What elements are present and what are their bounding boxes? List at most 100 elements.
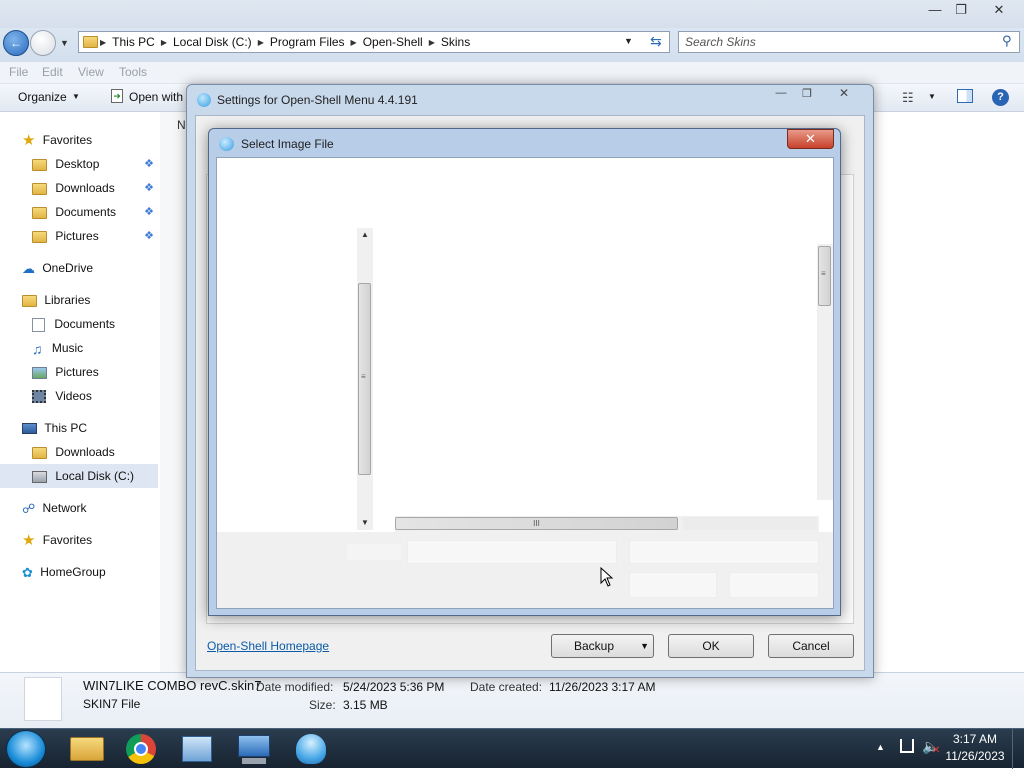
folder-tree-vscroll[interactable]: ▲ ≡ ▼ [357, 228, 373, 530]
nav-desktop[interactable]: Desktop ❖ [0, 152, 158, 176]
file-icon [24, 677, 62, 721]
search-input[interactable]: Search Skins [678, 31, 1020, 53]
nav-label: Favorites [42, 533, 93, 547]
show-desktop-button[interactable] [1012, 729, 1024, 769]
pin-icon: ❖ [144, 158, 154, 170]
maximize-button[interactable]: ❐ [795, 87, 819, 103]
nav-local-disk[interactable]: Local Disk (C:) [0, 464, 158, 488]
taskbar-open-shell-settings[interactable] [286, 731, 338, 767]
desktop-folder-icon [32, 158, 47, 171]
open-button[interactable] [629, 572, 717, 598]
nav-label: Favorites [42, 133, 93, 147]
control-panel-icon [182, 736, 212, 762]
nav-label: Documents [55, 205, 117, 219]
back-button[interactable]: ← [3, 30, 29, 56]
view-options-icon[interactable]: ☷ [902, 90, 914, 106]
dialog-title: Select Image File [241, 137, 334, 151]
nav-lib-documents[interactable]: Documents [0, 312, 158, 336]
video-icon [32, 390, 46, 404]
address-bar[interactable]: ▶ This PC ▶ Local Disk (C:) ▶ Program Fi… [78, 31, 670, 53]
explorer-titlebar [0, 0, 1024, 28]
nav-lib-videos[interactable]: Videos [0, 384, 158, 408]
scroll-thumb[interactable]: ≡ [358, 283, 371, 475]
scroll-down-arrow-icon[interactable]: ▼ [361, 518, 369, 527]
nav-pictures[interactable]: Pictures ❖ [0, 224, 158, 248]
dialog-body: ▲ ≡ ▼ ≡ III [216, 157, 834, 609]
nav-favorites-2[interactable]: ★ Favorites [0, 528, 158, 552]
taskbar-chrome[interactable] [116, 731, 168, 767]
documents-folder-icon [32, 206, 47, 219]
homegroup-icon: ✿ [22, 564, 33, 580]
open-shell-shell-icon [296, 734, 326, 764]
backup-button[interactable]: Backup ▼ [551, 634, 654, 658]
menu-edit[interactable]: Edit [42, 65, 63, 79]
backup-label: Backup [573, 639, 615, 653]
column-header-name[interactable]: N [177, 118, 186, 132]
nav-pc-downloads[interactable]: Downloads [0, 440, 158, 464]
breadcrumb-open-shell[interactable]: Open-Shell [357, 35, 429, 49]
nav-lib-music[interactable]: ♫ Music [0, 336, 158, 360]
breadcrumb-local-disk[interactable]: Local Disk (C:) [167, 35, 258, 49]
open-with-button[interactable]: Open with [129, 90, 183, 104]
close-button[interactable]: ✕ [833, 86, 855, 102]
minimize-button[interactable]: — [924, 0, 946, 20]
taskbar-remote-desktop[interactable] [228, 731, 280, 767]
menu-file[interactable]: File [9, 65, 28, 79]
organize-dropdown-icon[interactable]: ▼ [72, 92, 80, 101]
menu-tools[interactable]: Tools [119, 65, 147, 79]
nav-label: OneDrive [42, 261, 94, 275]
taskbar-control-panel[interactable] [172, 731, 224, 767]
file-name-input[interactable] [407, 540, 617, 564]
breadcrumb-this-pc[interactable]: This PC [106, 35, 161, 49]
ok-button[interactable]: OK [668, 634, 754, 658]
breadcrumb-program-files[interactable]: Program Files [264, 35, 351, 49]
menu-view[interactable]: View [78, 65, 104, 79]
clock[interactable]: 3:17 AM 11/26/2023 [944, 732, 1006, 766]
nav-onedrive[interactable]: ☁ OneDrive [0, 256, 158, 280]
nav-this-pc[interactable]: This PC [0, 416, 158, 440]
nav-label: Documents [54, 317, 116, 331]
nav-label: Network [42, 501, 87, 515]
organize-button[interactable]: Organize [18, 90, 67, 104]
open-shell-homepage-link[interactable]: Open-Shell Homepage [207, 639, 329, 653]
nav-homegroup[interactable]: ✿ HomeGroup [0, 560, 158, 584]
taskbar-explorer[interactable] [62, 731, 114, 767]
preview-pane-icon[interactable] [957, 89, 973, 103]
cancel-button[interactable] [729, 572, 819, 598]
nav-documents[interactable]: Documents ❖ [0, 200, 158, 224]
refresh-icon[interactable]: ⇆ [650, 33, 662, 50]
file-list-hscroll[interactable]: III [395, 516, 819, 532]
close-button[interactable]: ✕ [787, 129, 834, 149]
file-type-select[interactable] [629, 540, 819, 564]
scroll-thumb[interactable]: ≡ [818, 246, 831, 306]
nav-label: Desktop [55, 157, 100, 171]
cancel-button[interactable]: Cancel [768, 634, 854, 658]
search-icon[interactable]: ⚲ [1002, 33, 1012, 49]
scroll-up-arrow-icon[interactable]: ▲ [361, 230, 369, 239]
nav-favorites[interactable]: ★ Favorites [0, 128, 158, 152]
scroll-thumb[interactable]: III [395, 517, 678, 530]
nav-downloads[interactable]: Downloads ❖ [0, 176, 158, 200]
file-list-vscroll[interactable]: ≡ [817, 244, 833, 500]
forward-button[interactable] [30, 30, 56, 56]
nav-lib-pictures[interactable]: Pictures [0, 360, 158, 384]
close-button[interactable]: ✕ [984, 0, 1014, 20]
nav-network[interactable]: ☍ Network [0, 496, 158, 520]
nav-libraries[interactable]: Libraries [0, 288, 158, 312]
breadcrumb-skins[interactable]: Skins [435, 35, 476, 49]
action-center-flag-icon[interactable] [900, 739, 914, 753]
nav-label: Videos [55, 389, 92, 403]
restore-button[interactable]: ❐ [950, 0, 972, 20]
help-icon[interactable]: ? [992, 89, 1009, 106]
selected-file-type: SKIN7 File [83, 697, 141, 711]
view-dropdown-icon[interactable]: ▼ [928, 92, 936, 101]
minimize-button[interactable]: — [769, 87, 793, 103]
size-label: Size: [309, 698, 336, 712]
recent-pages-icon[interactable]: ▼ [60, 38, 69, 48]
show-hidden-icons-icon[interactable]: ▲ [876, 742, 885, 752]
folder-icon [70, 737, 104, 761]
chrome-center-icon [134, 742, 148, 756]
backup-dropdown-icon[interactable]: ▼ [640, 635, 649, 657]
address-dropdown-icon[interactable]: ▼ [624, 36, 633, 46]
start-button[interactable] [6, 730, 46, 768]
